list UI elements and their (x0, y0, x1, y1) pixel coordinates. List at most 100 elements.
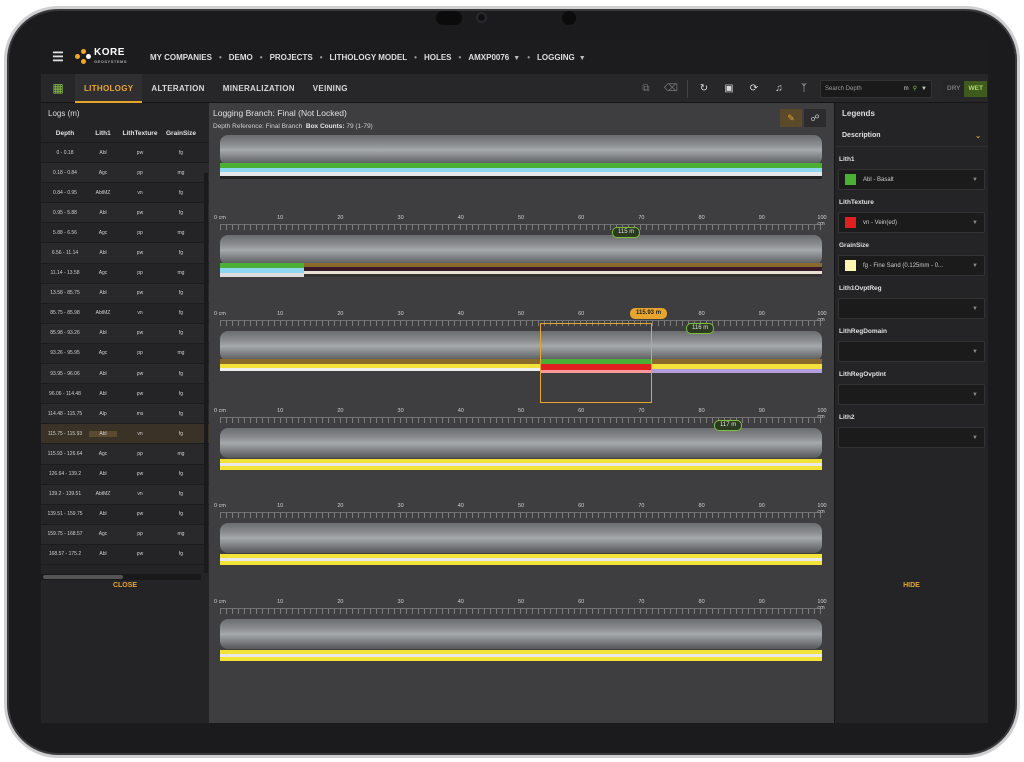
ruler-scale (220, 512, 822, 518)
log-interval-band[interactable] (304, 274, 822, 277)
legend-select[interactable]: ▼ (838, 341, 985, 362)
ruler-tick-label: 20 (337, 215, 344, 221)
table-row[interactable]: 0.84 - 0.95 AbtMZ vn fg (41, 183, 209, 204)
chevron-down-icon[interactable]: ▼ (921, 86, 927, 92)
legend-fields: Lith1 Abl - Basalt ▼ LithTexture vn - Vein(e… (835, 147, 988, 448)
depth-marker[interactable]: 115 m (612, 227, 641, 238)
refresh-icon[interactable]: ↻ (695, 83, 713, 94)
table-row[interactable]: 168.57 - 175.2 Abl pw fg (41, 545, 209, 565)
column-header-lithtexture[interactable]: LithTexture (117, 130, 163, 137)
table-row[interactable]: 85.75 - 85.98 AbtMZ vn fg (41, 304, 209, 324)
table-row[interactable]: 96.06 - 114.48 Abl pw fg (41, 384, 209, 405)
edit-icon[interactable]: ✎ (780, 109, 802, 127)
table-row[interactable]: 159.75 - 168.57 Agc pp mg (41, 524, 209, 545)
breadcrumb-lithology-model[interactable]: LITHOLOGY MODEL (330, 53, 408, 62)
logs-vertical-scrollbar[interactable] (204, 173, 208, 573)
table-row[interactable]: 0.95 - 5.88 Abl pw fg (41, 203, 209, 224)
breadcrumb-projects[interactable]: PROJECTS (270, 53, 313, 62)
selection-box[interactable] (540, 323, 652, 403)
table-row[interactable]: 139.2 - 139.51 AbtMZ vn fg (41, 484, 209, 505)
image-icon[interactable]: ▣ (720, 83, 738, 94)
ruler-tick-label: 20 (337, 311, 344, 317)
table-row[interactable]: 11.14 - 13.58 Agc pp mg (41, 264, 209, 284)
table-row[interactable]: 114.48 - 115.75 Alp ms fg (41, 404, 209, 425)
tab-mineralization[interactable]: MINERALIZATION (214, 74, 304, 103)
breadcrumb-holes[interactable]: HOLES (424, 53, 452, 62)
table-row[interactable]: 6.56 - 11.14 Abl pw fg (41, 243, 209, 264)
wave-icon[interactable]: ⟳ (745, 83, 763, 94)
log-interval-band[interactable] (220, 657, 822, 661)
column-header-grainsize[interactable]: GrainSize (163, 130, 199, 137)
cell-grainsize: fg (178, 471, 184, 478)
breadcrumb-companies[interactable]: MY COMPANIES (150, 53, 212, 62)
log-interval-band[interactable] (652, 369, 822, 373)
log-interval-band[interactable] (220, 466, 822, 470)
log-interval-band[interactable] (220, 368, 540, 371)
core-sample-image[interactable] (220, 235, 822, 265)
logo[interactable]: KORE GEOSYSTEMS (75, 48, 145, 66)
copy-icon[interactable]: ⧉ (637, 83, 655, 94)
ruler-tick-label: 20 (337, 599, 344, 605)
table-row[interactable]: 115.93 - 126.64 Agc pp mg (41, 444, 209, 465)
hide-button[interactable]: HIDE (835, 578, 988, 594)
legend-field-label: GrainSize (839, 242, 869, 249)
dry-wet-toggle[interactable]: DRY WET (943, 80, 987, 97)
ruler-tick-label: 10 (277, 599, 284, 605)
table-row[interactable]: 93.26 - 95.95 Agc pp mg (41, 344, 209, 365)
table-row[interactable]: 139.51 - 159.75 Abl pw fg (41, 505, 209, 525)
tab-alteration[interactable]: ALTERATION (142, 74, 213, 103)
table-row[interactable]: 93.95 - 96.06 Abl pw fg (41, 364, 209, 385)
cell-lithtexture: vn (137, 491, 143, 498)
log-interval-band[interactable] (220, 176, 822, 179)
table-row[interactable]: 0.18 - 0.84 Agc pp mg (41, 163, 209, 184)
selection-depth-marker[interactable]: 115.93 m (630, 308, 668, 319)
close-button[interactable]: CLOSE (41, 578, 209, 594)
legend-select[interactable]: ▼ (838, 427, 985, 448)
core-sample-image[interactable] (220, 619, 822, 649)
cell-lithtexture: pp (137, 450, 143, 457)
ruler-tick-label: 50 (517, 311, 525, 317)
ruler-tick-label: 40 (457, 215, 464, 221)
tab-veining[interactable]: VEINING (304, 74, 357, 103)
core-sample-image[interactable] (220, 523, 822, 553)
core-sample-image[interactable] (220, 135, 822, 165)
depth-marker[interactable]: 116 m (686, 323, 715, 334)
legend-select[interactable]: ▼ (838, 298, 985, 319)
core-sample-image[interactable] (220, 428, 822, 458)
log-interval-band[interactable] (220, 273, 304, 277)
core-sample-image[interactable] (220, 331, 822, 361)
table-row[interactable]: 126.64 - 139.2 Abl pw fg (41, 465, 209, 485)
lock-icon[interactable]: ☍ (804, 109, 826, 127)
menu-icon[interactable]: ☰ (41, 49, 75, 65)
description-dropdown[interactable]: Description ⌄ (835, 125, 988, 147)
grid-icon[interactable]: ▦ (41, 81, 75, 95)
column-header-lith1[interactable]: Lith1 (89, 130, 117, 137)
table-row[interactable]: 0 - 0.18 Abl pw fg (41, 143, 209, 164)
legend-select[interactable]: fg - Fine Sand (0.125mm - 0... ▼ (838, 255, 985, 276)
dry-option[interactable]: DRY (943, 80, 965, 97)
log-interval-band[interactable] (220, 561, 822, 565)
table-row[interactable]: 5.88 - 6.56 Agc pp mg (41, 223, 209, 244)
branch-value: Final (277, 108, 296, 118)
wet-option[interactable]: WET (964, 80, 987, 97)
branch-icon[interactable]: ᛉ (795, 83, 813, 94)
logo-subtitle: GEOSYSTEMS (94, 59, 128, 64)
cell-lith1: Agc (98, 531, 108, 538)
legend-select[interactable]: ▼ (838, 384, 985, 405)
search-icon[interactable]: ⚲ (913, 85, 917, 92)
tab-lithology[interactable]: LITHOLOGY (75, 73, 143, 103)
breadcrumb-logging[interactable]: LOGGING ▼ (537, 53, 586, 62)
table-row[interactable]: 85.98 - 93.26 Abl pw fg (41, 323, 209, 344)
breadcrumb-demo[interactable]: DEMO (229, 53, 253, 62)
depth-marker[interactable]: 117 m (714, 420, 743, 431)
eraser-icon[interactable]: ⌫ (662, 83, 680, 94)
column-header-depth[interactable]: Depth (41, 130, 89, 137)
table-row[interactable]: 115.75 - 115.93 Abl vn fg (41, 424, 209, 445)
breadcrumb-hole[interactable]: AMXP0076 ▼ (468, 53, 520, 62)
legend-select[interactable]: vn - Vein(ed) ▼ (838, 212, 985, 233)
cell-depth: 139.2 - 139.51 (48, 491, 82, 498)
music-icon[interactable]: ♫ (770, 83, 788, 94)
legend-select[interactable]: Abl - Basalt ▼ (838, 169, 985, 190)
search-depth-input[interactable]: Search Depth m ⚲ ▼ (820, 79, 932, 98)
table-row[interactable]: 13.58 - 85.75 Abl pw fg (41, 283, 209, 304)
